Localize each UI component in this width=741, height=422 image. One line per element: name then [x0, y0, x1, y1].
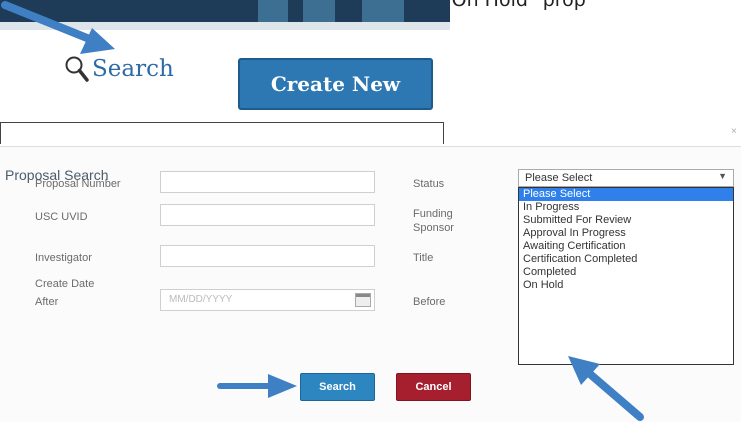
header-tab — [258, 0, 288, 22]
status-option-certification-completed[interactable]: Certification Completed — [519, 253, 733, 266]
status-select[interactable]: Please Select ▼ — [518, 169, 734, 187]
usc-uvid-label: USC UVID — [35, 211, 88, 223]
proposal-number-input[interactable] — [160, 171, 375, 193]
close-icon[interactable]: × — [731, 126, 737, 137]
after-date-input[interactable]: MM/DD/YYYY — [160, 289, 375, 311]
status-options-list: Please Select In Progress Submitted For … — [518, 187, 734, 365]
search-link[interactable]: Search — [64, 55, 174, 83]
title-label: Title — [413, 252, 434, 264]
before-label: Before — [413, 296, 446, 308]
status-option-submitted-for-review[interactable]: Submitted For Review — [519, 214, 733, 227]
header-tab — [303, 0, 335, 22]
status-option-on-hold[interactable]: On Hold — [519, 279, 733, 292]
funding-sponsor-label: Funding Sponsor — [413, 208, 454, 234]
calendar-icon[interactable] — [355, 293, 371, 307]
proposal-search-dialog: Proposal Search Proposal Number USC UVID… — [0, 146, 741, 422]
chevron-down-icon: ▼ — [718, 171, 727, 181]
search-button[interactable]: Search — [300, 373, 375, 401]
after-label: After — [35, 296, 59, 308]
cancel-button[interactable]: Cancel — [396, 373, 471, 401]
magnifier-icon — [65, 56, 89, 82]
create-new-button[interactable]: Create New — [238, 58, 433, 110]
usc-uvid-input[interactable] — [160, 204, 375, 226]
search-link-label: Search — [92, 56, 174, 82]
header-tab — [362, 0, 404, 22]
create-date-label: Create Date — [35, 278, 95, 290]
investigator-label: Investigator — [35, 252, 92, 264]
status-label: Status — [413, 178, 445, 190]
app-header: Search Create New — [0, 0, 450, 144]
header-divider — [0, 22, 450, 30]
status-option-in-progress[interactable]: In Progress — [519, 201, 733, 214]
status-option-awaiting-certification[interactable]: Awaiting Certification — [519, 240, 733, 253]
header-bar — [0, 0, 450, 22]
status-select-value: Please Select — [525, 172, 593, 184]
investigator-input[interactable] — [160, 245, 375, 267]
status-option-approval-in-progress[interactable]: Approval In Progress — [519, 227, 733, 240]
status-option-please-select[interactable]: Please Select — [519, 188, 733, 201]
proposal-number-label: Proposal Number — [35, 178, 121, 190]
content-frame — [0, 122, 444, 144]
status-option-completed[interactable]: Completed — [519, 266, 733, 279]
